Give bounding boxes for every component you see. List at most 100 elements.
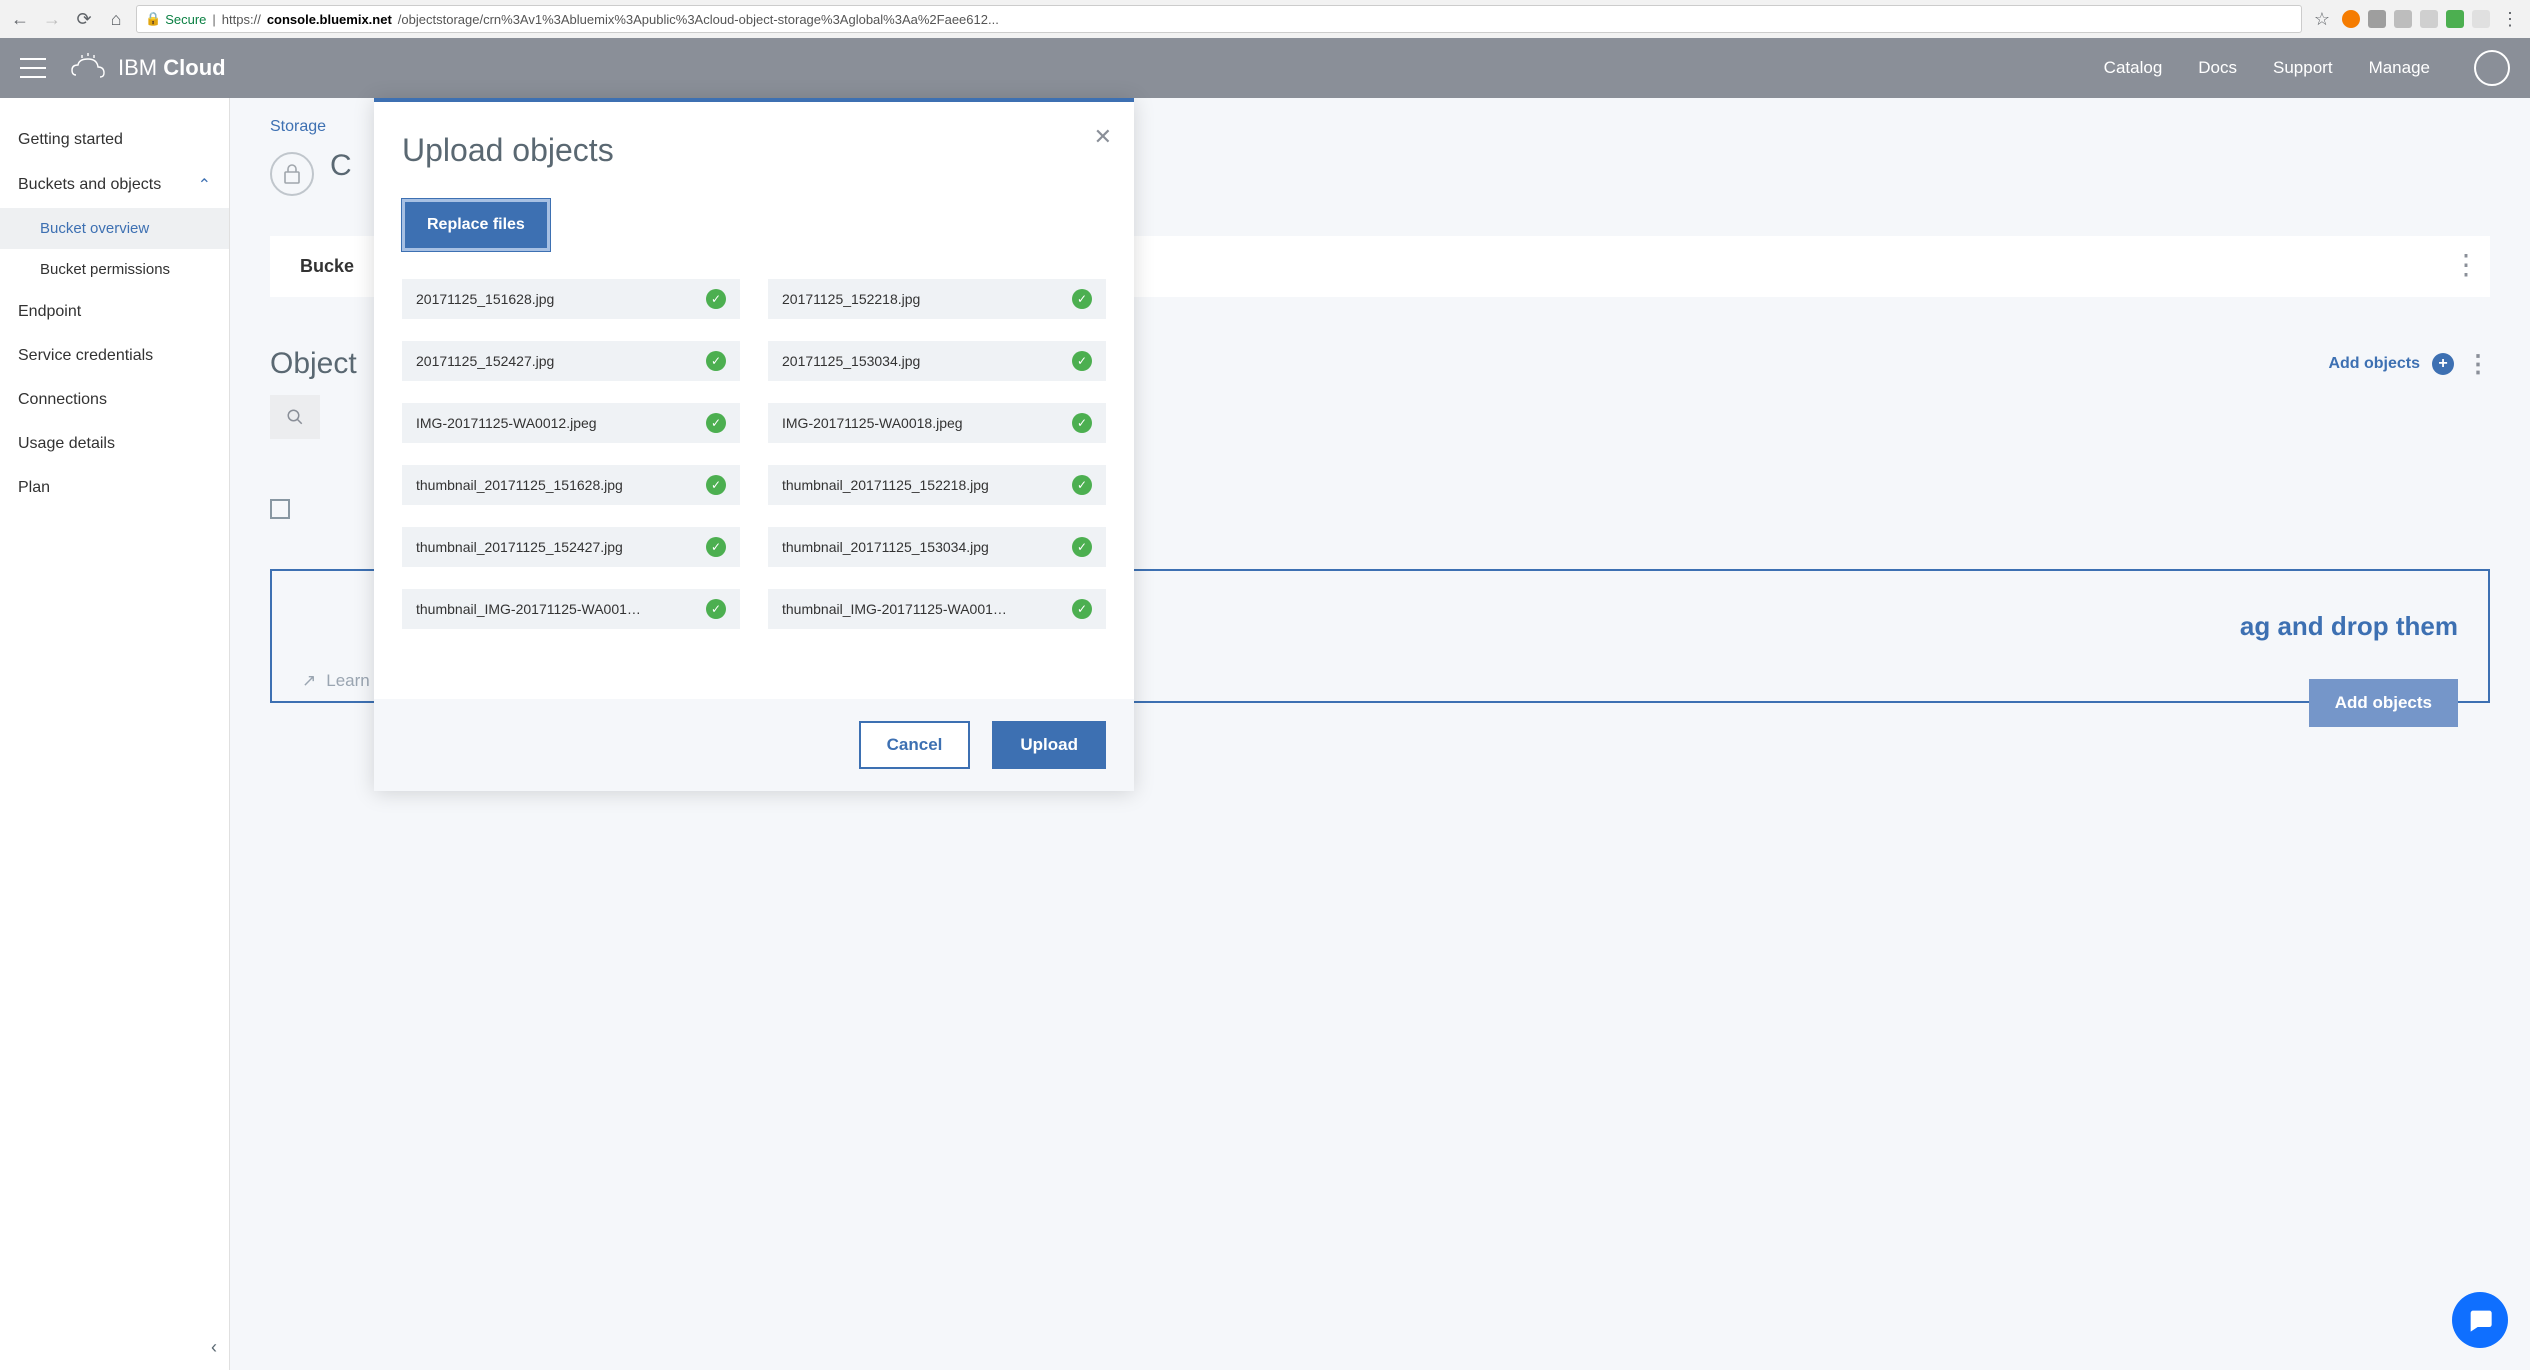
success-check-icon: ✓	[1072, 289, 1092, 309]
external-link-icon: ↗	[302, 671, 316, 691]
lock-icon: 🔒	[145, 11, 161, 27]
sidebar-item-buckets[interactable]: Buckets and objects ⌃	[0, 162, 229, 208]
upload-button[interactable]: Upload	[992, 721, 1106, 769]
extension-icon[interactable]	[2446, 10, 2464, 28]
overflow-menu-icon[interactable]: ⋮	[2452, 248, 2480, 281]
chevron-up-icon: ⌃	[198, 175, 211, 195]
user-avatar[interactable]	[2474, 50, 2510, 86]
file-row: thumbnail_IMG-20171125-WA0012.jpeg ✓	[402, 589, 740, 629]
file-row: thumbnail_IMG-20171125-WA0018.jpeg ✓	[768, 589, 1106, 629]
extension-icon[interactable]	[2368, 10, 2386, 28]
brand-prefix: IBM	[118, 55, 157, 80]
overflow-menu-icon[interactable]: ⋮	[2466, 350, 2490, 379]
modal-title: Upload objects	[402, 132, 1106, 169]
sidebar-item-label: Buckets and objects	[18, 176, 161, 194]
url-path: /objectstorage/crn%3Av1%3Abluemix%3Apubl…	[398, 12, 999, 27]
file-row: 20171125_152427.jpg ✓	[402, 341, 740, 381]
add-objects-button[interactable]: Add objects	[2309, 679, 2458, 727]
drop-text-fragment: ag and drop them	[2240, 611, 2458, 642]
file-name: 20171125_152427.jpg	[416, 353, 554, 369]
file-list: 20171125_151628.jpg✓ 20171125_152218.jpg…	[402, 279, 1106, 629]
url-host: console.bluemix.net	[267, 12, 392, 27]
secure-indicator: 🔒 Secure	[145, 11, 206, 27]
sidebar-collapse-icon[interactable]: ‹	[211, 1337, 217, 1358]
success-check-icon: ✓	[706, 599, 726, 619]
sidebar-item-usage[interactable]: Usage details	[0, 422, 229, 466]
success-check-icon: ✓	[1072, 599, 1092, 619]
plus-icon[interactable]: +	[2432, 353, 2454, 375]
bucket-label-truncated: Bucke	[300, 256, 354, 276]
modal-footer: Cancel Upload	[374, 699, 1134, 791]
brand[interactable]: IBM Cloud	[70, 53, 226, 83]
success-check-icon: ✓	[1072, 537, 1092, 557]
add-objects-link[interactable]: Add objects	[2328, 355, 2420, 373]
file-name: thumbnail_IMG-20171125-WA0012.jpeg	[416, 601, 646, 617]
nav-catalog[interactable]: Catalog	[2104, 58, 2163, 78]
objects-heading: Object	[270, 347, 357, 381]
extension-icon[interactable]	[2342, 10, 2360, 28]
browser-reload-button[interactable]: ⟳	[72, 7, 96, 31]
ibm-cloud-header: IBM Cloud Catalog Docs Support Manage	[0, 38, 2530, 98]
ibm-cloud-logo-icon	[70, 53, 106, 83]
extension-icon[interactable]	[2420, 10, 2438, 28]
browser-menu-icon[interactable]: ⋮	[2498, 7, 2522, 31]
success-check-icon: ✓	[1072, 351, 1092, 371]
file-name: thumbnail_20171125_152427.jpg	[416, 539, 623, 555]
browser-url-bar[interactable]: 🔒 Secure | https:// console.bluemix.net …	[136, 5, 2302, 33]
nav-support[interactable]: Support	[2273, 58, 2333, 78]
sidebar-item-bucket-overview[interactable]: Bucket overview	[0, 208, 229, 249]
file-name: IMG-20171125-WA0012.jpeg	[416, 415, 597, 431]
browser-toolbar: ← → ⟳ ⌂ 🔒 Secure | https:// console.blue…	[0, 0, 2530, 38]
file-name: thumbnail_20171125_153034.jpg	[782, 539, 989, 555]
sidebar-item-credentials[interactable]: Service credentials	[0, 334, 229, 378]
cancel-button[interactable]: Cancel	[859, 721, 971, 769]
url-protocol: https://	[222, 12, 261, 27]
file-row: 20171125_152218.jpg✓	[768, 279, 1106, 319]
replace-files-button[interactable]: Replace files	[402, 199, 550, 251]
star-icon[interactable]: ☆	[2310, 7, 2334, 31]
file-row: IMG-20171125-WA0012.jpeg ✓	[402, 403, 740, 443]
file-name: thumbnail_20171125_152218.jpg	[782, 477, 989, 493]
hamburger-menu-icon[interactable]	[20, 58, 46, 78]
success-check-icon: ✓	[1072, 413, 1092, 433]
file-name: thumbnail_20171125_151628.jpg	[416, 477, 623, 493]
sidebar-item-getting-started[interactable]: Getting started	[0, 118, 229, 162]
sidebar-item-bucket-permissions[interactable]: Bucket permissions	[0, 249, 229, 290]
browser-forward-button[interactable]: →	[40, 7, 64, 31]
nav-docs[interactable]: Docs	[2198, 58, 2237, 78]
search-icon[interactable]	[270, 395, 320, 439]
success-check-icon: ✓	[1072, 475, 1092, 495]
success-check-icon: ✓	[706, 413, 726, 433]
extension-icons	[2342, 10, 2490, 28]
file-name: thumbnail_IMG-20171125-WA0018.jpeg	[782, 601, 1012, 617]
success-check-icon: ✓	[706, 351, 726, 371]
header-nav: Catalog Docs Support Manage	[2104, 58, 2430, 78]
sidebar: Getting started Buckets and objects ⌃ Bu…	[0, 98, 230, 1370]
brand-bold: Cloud	[163, 55, 225, 80]
browser-home-button[interactable]: ⌂	[104, 7, 128, 31]
select-all-checkbox[interactable]	[270, 499, 290, 519]
file-row: thumbnail_20171125_152218.jpg ✓	[768, 465, 1106, 505]
browser-back-button[interactable]: ←	[8, 7, 32, 31]
file-row: thumbnail_20171125_151628.jpg ✓	[402, 465, 740, 505]
upload-modal: ✕ Upload objects Replace files 20171125_…	[374, 98, 1134, 791]
file-row: thumbnail_20171125_153034.jpg ✓	[768, 527, 1106, 567]
storage-title-truncated: C	[330, 149, 352, 183]
secure-label: Secure	[165, 12, 206, 27]
chat-fab[interactable]	[2452, 1292, 2508, 1348]
file-name: 20171125_151628.jpg	[416, 291, 554, 307]
sidebar-item-plan[interactable]: Plan	[0, 466, 229, 510]
nav-manage[interactable]: Manage	[2369, 58, 2430, 78]
sidebar-item-connections[interactable]: Connections	[0, 378, 229, 422]
file-row: 20171125_151628.jpg✓	[402, 279, 740, 319]
extension-icon[interactable]	[2472, 10, 2490, 28]
extension-icon[interactable]	[2394, 10, 2412, 28]
file-row: IMG-20171125-WA0018.jpeg ✓	[768, 403, 1106, 443]
storage-lock-icon	[270, 152, 314, 196]
file-name: IMG-20171125-WA0018.jpeg	[782, 415, 963, 431]
sidebar-item-endpoint[interactable]: Endpoint	[0, 290, 229, 334]
success-check-icon: ✓	[706, 537, 726, 557]
success-check-icon: ✓	[706, 475, 726, 495]
close-icon[interactable]: ✕	[1094, 124, 1112, 150]
file-name: 20171125_153034.jpg	[782, 353, 920, 369]
